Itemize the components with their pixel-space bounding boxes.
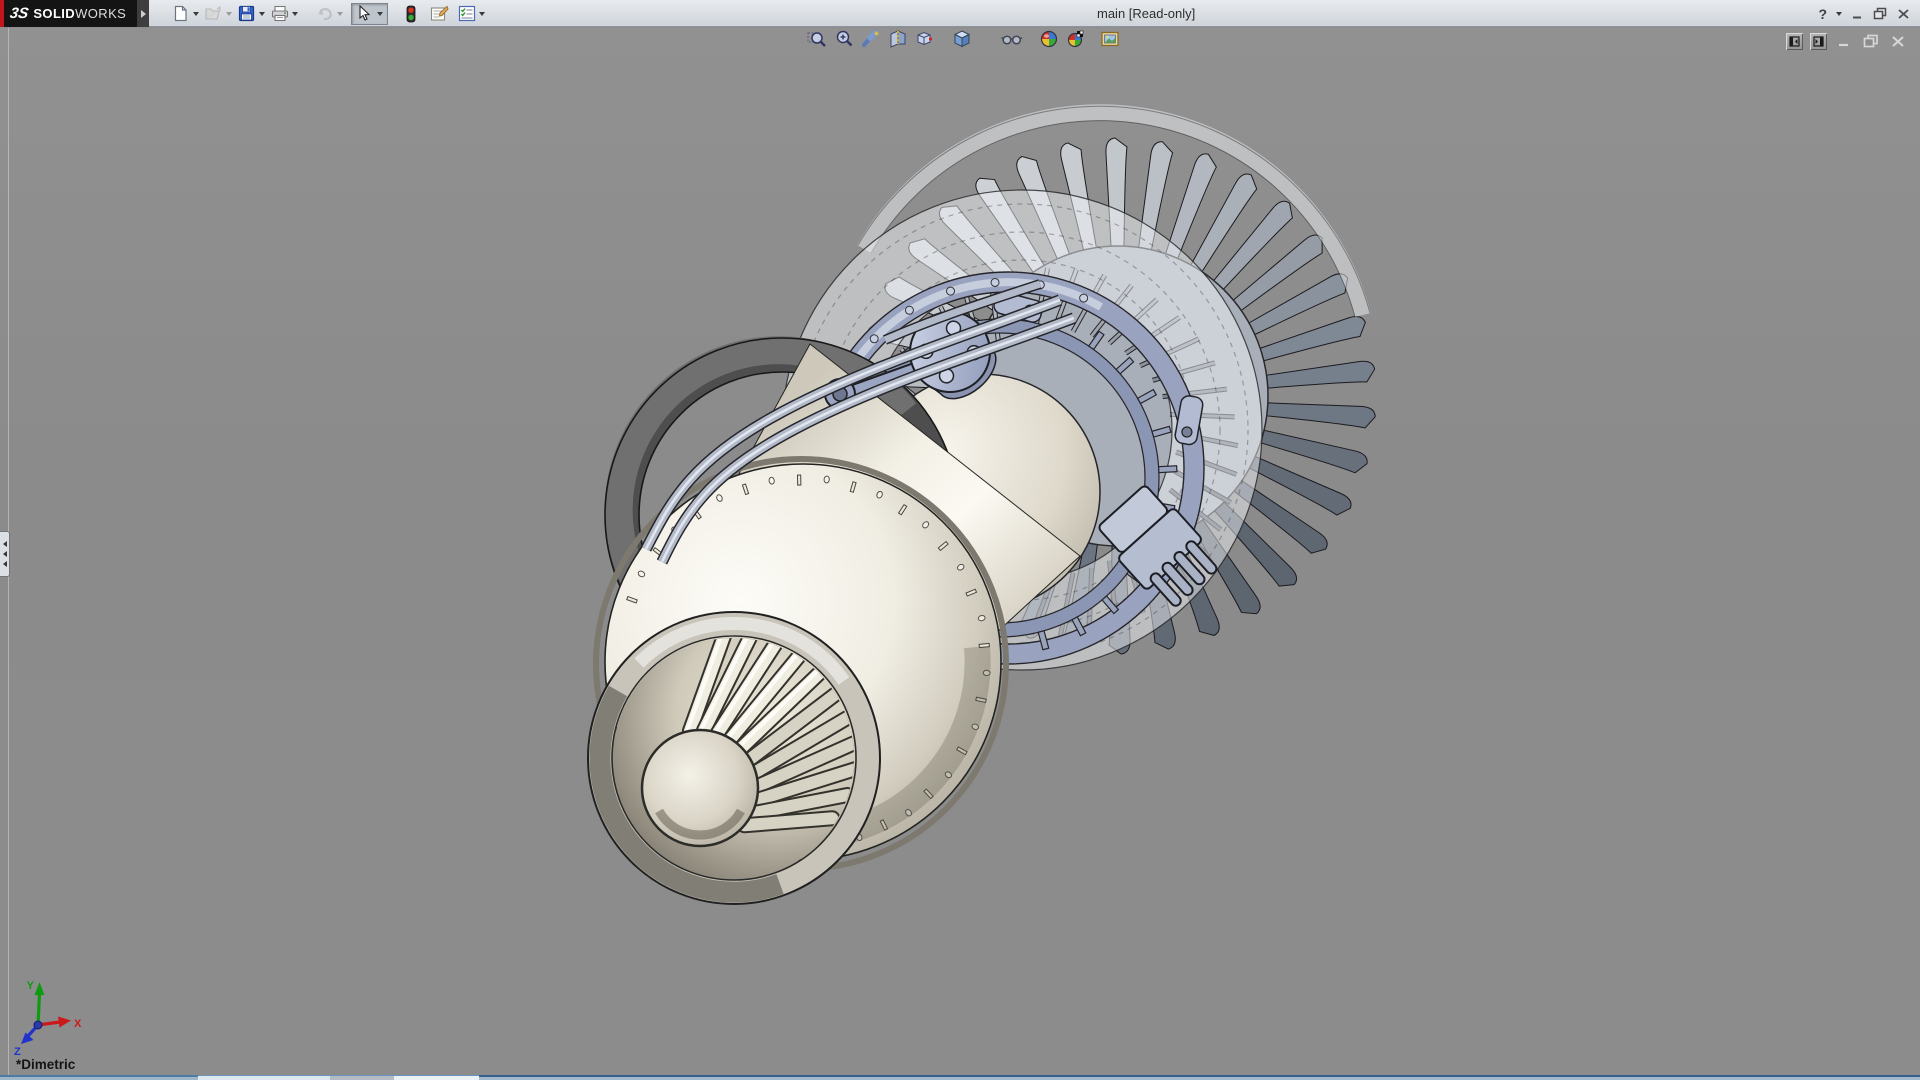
status-segment [330,1075,394,1080]
eyeglasses-icon [1001,29,1023,49]
apply-scene-button[interactable] [1065,28,1087,50]
save-button[interactable] [236,3,257,24]
open-icon [205,6,223,22]
section-view-icon [888,29,908,49]
edit-appearance-button[interactable] [1038,28,1060,50]
edit-component-button[interactable] [429,3,450,24]
new-document-dropdown[interactable] [193,12,199,16]
previous-view-icon [861,29,881,49]
triad-x-label: X [74,1018,82,1030]
select-tool[interactable] [351,3,388,25]
status-segment [0,1075,198,1080]
zoom-to-area-button[interactable] [833,28,855,50]
zoom-to-fit-icon [807,29,827,49]
window-title: main [Read-only] [1097,6,1195,21]
select-cursor-icon [353,3,374,24]
doc-restore-button[interactable] [1861,32,1881,50]
solidworks-logo-text-bold: SOLID [33,6,75,21]
restore-button[interactable] [1873,7,1888,20]
section-view-button[interactable] [887,28,909,50]
previous-view-button[interactable] [860,28,882,50]
solidworks-logo: 3S SOLID WORKS [0,0,137,27]
help-dropdown[interactable] [1836,12,1842,16]
doc-minimize-button[interactable] [1834,32,1854,50]
undo-button[interactable] [314,3,335,24]
hide-show-items-button[interactable] [1001,28,1023,50]
collapse-pane-left-button[interactable] [1786,33,1803,50]
open-button[interactable] [203,3,224,24]
print-button[interactable] [269,3,290,24]
interference-detection-button[interactable] [400,3,421,24]
zoom-to-area-icon [834,29,854,49]
undo-icon [316,6,334,22]
collapse-pane-right-button[interactable] [1810,33,1827,50]
solidworks-logo-glyph: 3S [9,5,30,22]
pane-left-icon [1789,36,1800,47]
help-button[interactable]: ? [1818,6,1827,22]
status-strip [0,1075,1920,1080]
view-settings-icon [1100,29,1120,49]
edit-note-icon [430,5,449,22]
dynamic-annotation-views-icon [915,29,935,49]
appearance-ball-icon [1039,29,1059,49]
status-segment [479,1075,1920,1080]
view-settings-button[interactable] [1099,28,1121,50]
status-segment [394,1075,479,1080]
minimize-button[interactable] [1851,8,1864,20]
undo-dropdown[interactable] [337,12,343,16]
reference-triad: Y X Z [8,978,100,1062]
apply-scene-icon [1066,29,1086,49]
new-document-button[interactable] [170,3,191,24]
menu-expand-button[interactable] [137,0,149,27]
checklist-icon [458,5,476,22]
zoom-to-fit-button[interactable] [806,28,828,50]
traffic-light-icon [406,5,416,23]
pane-right-icon [1813,36,1824,47]
status-segment [198,1075,330,1080]
print-dropdown[interactable] [292,12,298,16]
titlebar-controls: ? [1818,0,1910,27]
close-button[interactable] [1897,8,1910,20]
options-dropdown[interactable] [479,12,485,16]
dynamic-annotation-views-button[interactable] [914,28,936,50]
triad-y-label: Y [27,980,35,992]
save-icon [238,5,255,22]
view-orientation-icon [952,29,972,49]
options-button[interactable] [456,3,477,24]
engine-model-canvas[interactable] [0,0,1920,1080]
titlebar: 3S SOLID WORKS [0,0,1920,27]
print-icon [271,5,289,22]
document-window-controls [1786,32,1908,50]
feature-tree-collapsed-tab[interactable] [0,531,10,577]
save-dropdown[interactable] [259,12,265,16]
view-orientation-button[interactable] [951,28,973,50]
doc-close-button[interactable] [1888,32,1908,50]
main-toolbar [170,3,489,24]
solidworks-logo-text-light: WORKS [75,6,126,21]
open-dropdown[interactable] [226,12,232,16]
view-orientation-label: *Dimetric [16,1057,75,1072]
headsup-view-toolbar [806,27,1121,51]
select-dropdown[interactable] [377,12,383,16]
shaft-bore [642,730,758,846]
new-document-icon [172,5,189,22]
